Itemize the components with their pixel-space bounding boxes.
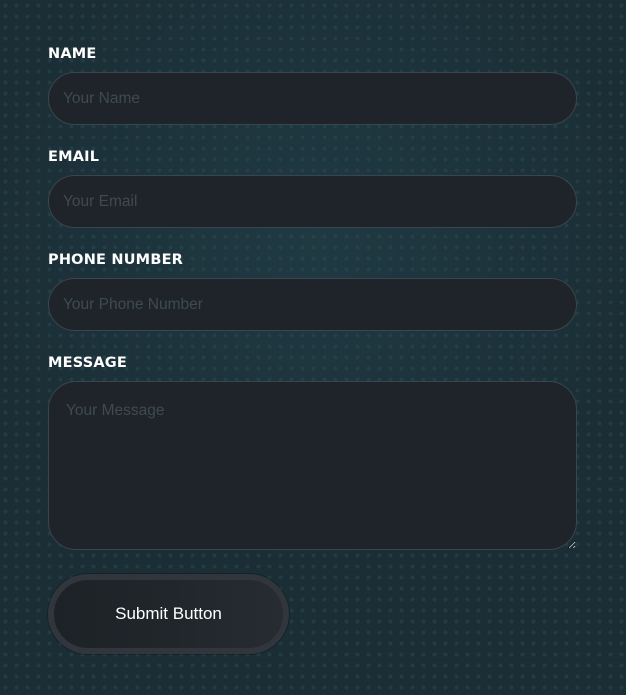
phone-input[interactable] [48,278,577,331]
email-label: EMAIL [48,149,100,165]
contact-form: NAME EMAIL PHONE NUMBER MESSAGE Submit B… [48,44,577,654]
name-label: NAME [48,46,97,62]
phone-field-group: PHONE NUMBER [48,250,577,331]
submit-button[interactable]: Submit Button [48,574,289,654]
name-input[interactable] [48,72,577,125]
message-textarea[interactable] [48,381,577,550]
email-input[interactable] [48,175,577,228]
message-label: MESSAGE [48,355,127,371]
phone-label: PHONE NUMBER [48,252,184,268]
message-field-group: MESSAGE [48,353,577,550]
email-field-group: EMAIL [48,147,577,228]
name-field-group: NAME [48,44,577,125]
